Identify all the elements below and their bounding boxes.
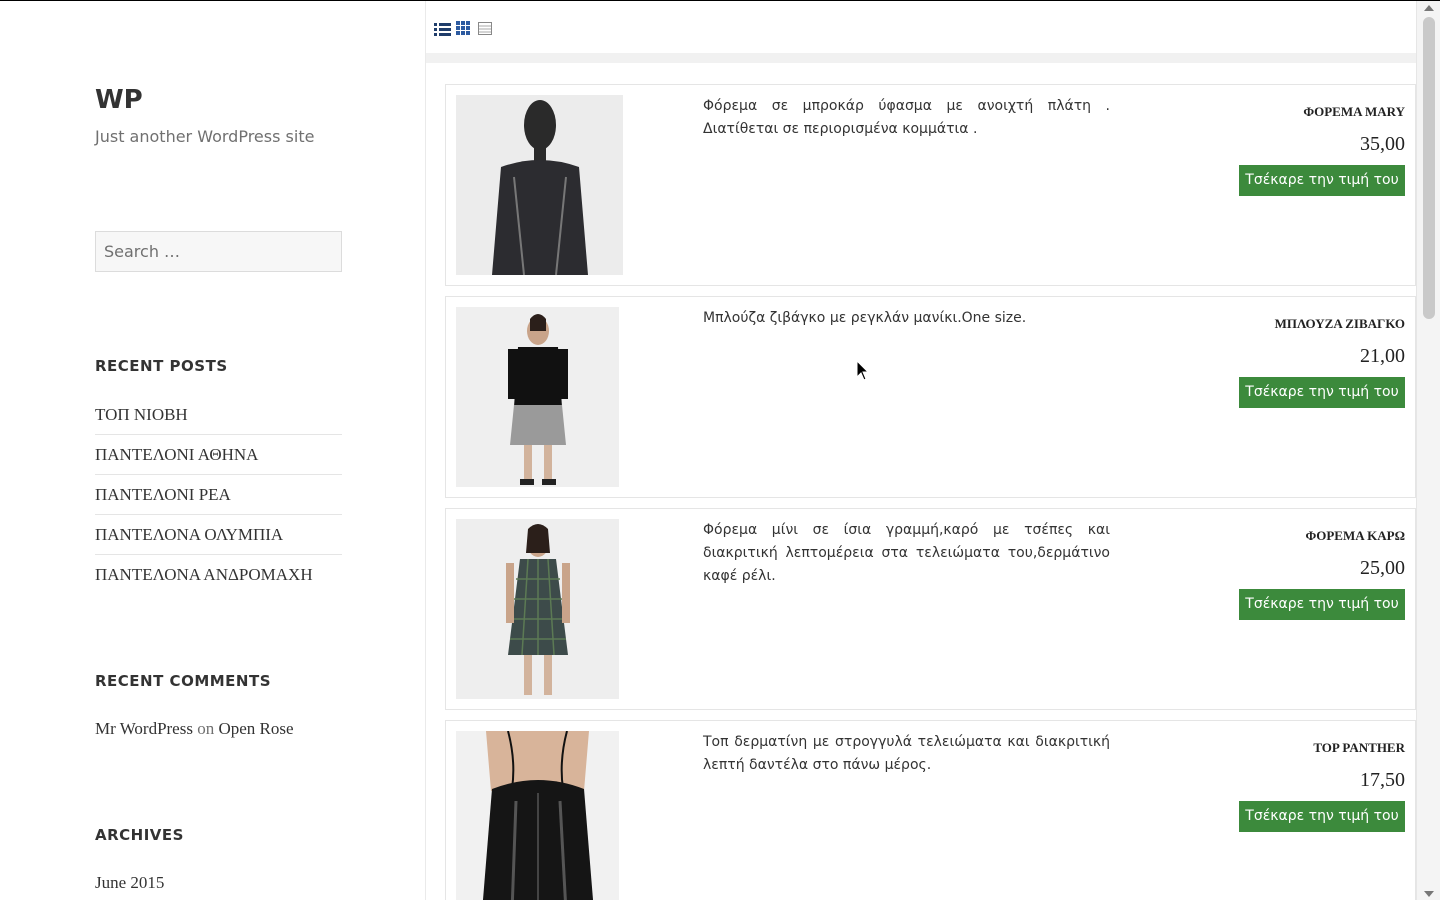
- archive-link[interactable]: June 2015: [95, 873, 164, 893]
- product-description: Μπλούζα ζιβάγκο με ρεγκλάν μανίκι.One si…: [703, 310, 1027, 326]
- recent-comments-heading: RECENT COMMENTS: [95, 672, 272, 690]
- table-view-icon[interactable]: [478, 21, 494, 37]
- sidebar: WP Just another WordPress site Search … …: [0, 1, 426, 900]
- recent-posts-list: ΤΟΠ ΝΙΟΒΗ ΠΑΝΤΕΛΟΝΙ ΑΘΗΝΑ ΠΑΝΤΕΛΟΝΙ ΡΕΑ …: [95, 395, 342, 595]
- comment-author-link[interactable]: Mr WordPress: [95, 719, 193, 738]
- product-image[interactable]: [456, 731, 619, 900]
- product-image[interactable]: [456, 519, 619, 699]
- product-image[interactable]: [456, 307, 619, 487]
- scroll-up-arrow-icon[interactable]: [1424, 5, 1434, 11]
- product-description: Τοπ δερματίνη με στρογγυλά τελειώματα κα…: [703, 734, 1110, 773]
- check-price-button[interactable]: Τσέκαρε την τιμή του: [1239, 801, 1405, 832]
- archives-heading: ARCHIVES: [95, 826, 184, 844]
- product-image[interactable]: [456, 95, 623, 275]
- product-price: 25,00: [1360, 557, 1405, 579]
- product-name[interactable]: ΜΠΛΟΥΖΑ ΖΙΒΑΓΚΟ: [1275, 316, 1405, 332]
- recent-posts-heading: RECENT POSTS: [95, 357, 228, 375]
- check-price-button[interactable]: Τσέκαρε την τιμή του: [1239, 165, 1405, 196]
- recent-post-link[interactable]: ΤΟΠ ΝΙΟΒΗ: [95, 395, 342, 435]
- product-description: Φόρεμα μίνι σε ίσια γραμμή,καρό με τσέπε…: [703, 522, 1110, 584]
- grid-view-icon[interactable]: [456, 21, 472, 37]
- product-card: Φόρεμα σε μπροκάρ ύφασμα με ανοιχτή πλάτ…: [445, 84, 1416, 286]
- separator-bar: [426, 53, 1416, 63]
- recent-comment: Mr WordPress on Open Rose: [95, 719, 294, 739]
- site-description: Just another WordPress site: [95, 127, 315, 146]
- page-scrollbar[interactable]: [1416, 1, 1440, 900]
- check-price-button[interactable]: Τσέκαρε την τιμή του: [1239, 377, 1405, 408]
- view-mode-switcher: [434, 21, 494, 37]
- mouse-cursor-icon: [856, 359, 870, 387]
- recent-post-link[interactable]: ΠΑΝΤΕΛΟΝΙ ΡΕΑ: [95, 475, 342, 515]
- check-price-button[interactable]: Τσέκαρε την τιμή του: [1239, 589, 1405, 620]
- scrollbar-thumb[interactable]: [1423, 17, 1435, 319]
- recent-post-link[interactable]: ΠΑΝΤΕΛΟΝΑ ΟΛΥΜΠΙΑ: [95, 515, 342, 555]
- product-name[interactable]: ΦΟΡΕΜΑ MARY: [1303, 104, 1405, 120]
- product-description: Φόρεμα σε μπροκάρ ύφασμα με ανοιχτή πλάτ…: [703, 98, 1110, 137]
- recent-post-link[interactable]: ΠΑΝΤΕΛΟΝΑ ΑΝΔΡΟΜΑΧΗ: [95, 555, 342, 595]
- scroll-down-arrow-icon[interactable]: [1424, 891, 1434, 897]
- product-price: 21,00: [1360, 345, 1405, 367]
- list-view-icon[interactable]: [434, 21, 451, 37]
- product-price: 17,50: [1360, 769, 1405, 791]
- recent-post-link[interactable]: ΠΑΝΤΕΛΟΝΙ ΑΘΗΝΑ: [95, 435, 342, 475]
- product-card: Φόρεμα μίνι σε ίσια γραμμή,καρό με τσέπε…: [445, 508, 1416, 710]
- product-card: Μπλούζα ζιβάγκο με ρεγκλάν μανίκι.One si…: [445, 296, 1416, 498]
- comment-post-link[interactable]: Open Rose: [218, 719, 293, 738]
- comment-on-label: on: [197, 719, 215, 738]
- product-name[interactable]: ΦΟΡΕΜΑ ΚΑΡΩ: [1305, 528, 1405, 544]
- site-title[interactable]: WP: [95, 85, 143, 115]
- product-card: Τοπ δερματίνη με στρογγυλά τελειώματα κα…: [445, 720, 1416, 900]
- search-input[interactable]: Search …: [95, 231, 342, 272]
- product-price: 35,00: [1360, 133, 1405, 155]
- product-list-area: Φόρεμα σε μπροκάρ ύφασμα με ανοιχτή πλάτ…: [426, 1, 1416, 900]
- product-name[interactable]: TOP PANTHER: [1313, 740, 1405, 756]
